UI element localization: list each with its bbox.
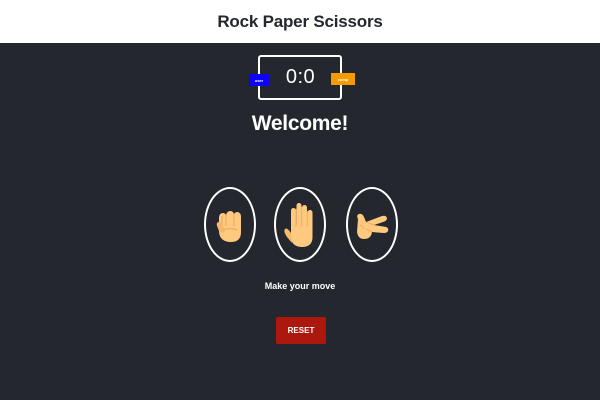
move-prompt: Make your move bbox=[264, 281, 336, 291]
paper-choice-button[interactable] bbox=[274, 187, 326, 262]
comp-badge: comp bbox=[331, 73, 355, 85]
scissors-choice-button[interactable] bbox=[346, 187, 398, 262]
reset-button[interactable]: RESET bbox=[276, 317, 326, 344]
rock-hand-icon bbox=[216, 210, 241, 242]
game-page: Rock Paper Scissors 0:0 user comp Welcom… bbox=[0, 0, 600, 400]
rock-choice-button[interactable] bbox=[204, 187, 256, 262]
app-header: Rock Paper Scissors bbox=[0, 0, 600, 43]
scoreboard: 0:0 bbox=[258, 55, 342, 100]
comp-score: 0 bbox=[303, 66, 315, 88]
user-badge: user bbox=[249, 74, 269, 86]
user-score: 0 bbox=[285, 66, 297, 88]
paper-hand-icon bbox=[284, 202, 313, 247]
result-message: Welcome! bbox=[251, 112, 349, 135]
scissors-hand-icon bbox=[357, 213, 389, 239]
app-title: Rock Paper Scissors bbox=[217, 11, 383, 31]
score-separator: : bbox=[297, 66, 303, 88]
score-display: 0:0 bbox=[285, 66, 315, 89]
